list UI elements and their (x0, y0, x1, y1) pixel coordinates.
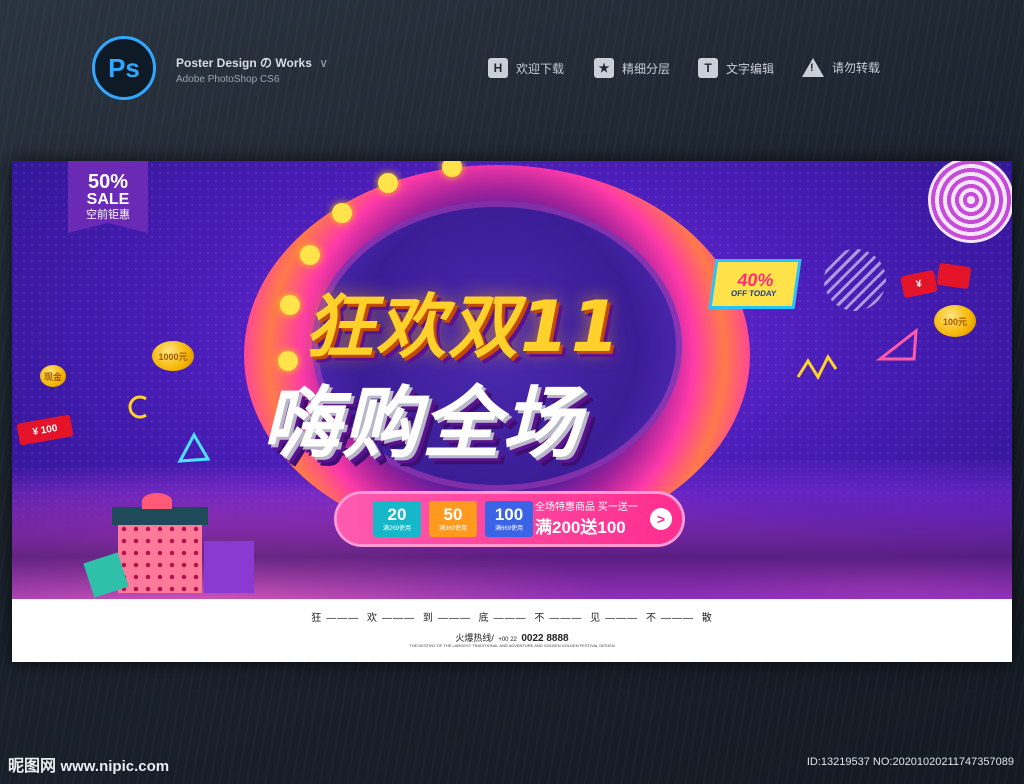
coupon-50[interactable]: 50 满360使用 (429, 501, 477, 537)
nav-label: 欢迎下载 (516, 61, 565, 76)
light-bulb (300, 245, 320, 265)
fine-print: THE DESTINY OF THE LARGEST TRADITIONAL A… (409, 643, 615, 648)
brand-title: Poster Design の Works ∨ (176, 54, 328, 71)
arc-icon (128, 395, 147, 419)
triangle-outline-icon (177, 431, 211, 463)
star-icon: ★ (594, 58, 614, 78)
badge-subtitle: 空前钜惠 (86, 209, 130, 221)
coupon-20[interactable]: 20 满269使用 (373, 501, 421, 537)
coupon-note: 满669使用 (494, 526, 523, 532)
title-line-2: 嗨购全场 (262, 379, 583, 469)
brand-works: Works (275, 56, 312, 70)
discount-tag-percent: 40% (736, 269, 776, 290)
brand-suffix: の (260, 56, 273, 70)
title-line-1: 狂欢双11 (304, 286, 622, 368)
nipic-watermark: 昵图网 www.nipic.com (8, 752, 169, 776)
gold-coin: 1000元 (152, 341, 194, 371)
nav-item-text-edit[interactable]: T 文字编辑 (698, 58, 774, 78)
squiggle-icon (796, 354, 838, 381)
ps-logo-text: Ps (108, 52, 140, 83)
slogan-char: 不 (534, 613, 546, 624)
promo-line-2: 满200送100 (535, 518, 626, 537)
gold-coin: 现金 (40, 365, 66, 387)
discount-tag: 40% OFF TODAY (708, 259, 802, 309)
slogan-char: 到 (422, 613, 434, 624)
triangle-outline-icon (876, 327, 918, 361)
warning-icon: ! (802, 58, 824, 77)
red-envelope (936, 262, 972, 290)
striped-ball-decoration (824, 249, 886, 311)
brand-title-text: Poster Design (176, 56, 257, 70)
slogan-char: 不 (645, 613, 657, 624)
nav-item-layers[interactable]: ★ 精细分层 (594, 58, 670, 78)
promo-text: 全场特惠商品 买一送一 满200送100 (535, 498, 638, 538)
slogan-char: 底 (478, 613, 490, 624)
nav-item-download[interactable]: H 欢迎下载 (488, 58, 564, 78)
nav-label: 请勿转载 (832, 61, 881, 75)
brand-subtitle: Adobe PhotoShop CS6 (176, 74, 280, 85)
gift-box (118, 523, 202, 593)
badge-sale: SALE (86, 191, 130, 208)
light-bulb (378, 173, 398, 193)
nav-item-no-repost[interactable]: ! 请勿转载 (802, 58, 880, 77)
light-bulb (332, 203, 352, 223)
photoshop-logo-icon: Ps (92, 36, 156, 100)
coupon-bar[interactable]: 20 满269使用 50 满360使用 100 满669使用 全场特惠商品 买一… (337, 494, 682, 544)
badge-percent: 50% (87, 171, 129, 193)
arrow-right-icon[interactable]: > (650, 508, 672, 530)
nav-label: 精细分层 (622, 61, 671, 76)
h-box-icon: H (488, 58, 508, 78)
image-id: ID:13219537 NO:20201020211747357089 (806, 756, 1014, 768)
coupon-value: 20 (387, 505, 407, 524)
gift-box (204, 541, 254, 593)
watermark-cn: 昵图网 (8, 758, 57, 775)
promo-line-1: 全场特惠商品 买一送一 (535, 502, 638, 513)
sale-badge: 50% SALE 空前钜惠 (68, 161, 148, 233)
chevron-down-icon[interactable]: ∨ (319, 56, 328, 70)
slogan-char: 散 (701, 613, 713, 624)
brand-block: Poster Design の Works ∨ Adobe PhotoShop … (176, 54, 328, 85)
poster-canvas: 50% SALE 空前钜惠 狂欢双11 嗨购全场 40% OFF TODAY 2… (12, 161, 1012, 662)
gold-coin: 100元 (934, 305, 976, 337)
coupon-value: 50 (443, 505, 463, 524)
gift-box-lid (112, 507, 208, 525)
text-t-icon: T (698, 58, 718, 78)
slogan-char: 欢 (367, 613, 379, 624)
coupon-note: 满360使用 (438, 526, 467, 532)
slogan-char: 狂 (311, 613, 323, 624)
hotline-label: 火爆热线/ (455, 633, 494, 643)
coupon-note: 满269使用 (382, 526, 411, 532)
coupon-value: 100 (494, 505, 524, 524)
warning-glyph: ! (810, 62, 814, 74)
discount-tag-sub: OFF TODAY (730, 288, 778, 298)
watermark-url: www.nipic.com (60, 758, 170, 775)
light-bulb (280, 295, 300, 315)
nav-label: 文字编辑 (726, 61, 775, 76)
gift-bow (142, 493, 172, 509)
slogan-char: 见 (590, 613, 602, 624)
zigzag-ball-decoration (928, 161, 1012, 243)
slogan-line: 狂 ——— 欢 ——— 到 ——— 底 ——— 不 ——— 见 ——— 不 ——— 散 (311, 613, 713, 624)
coupon-100[interactable]: 100 满669使用 (485, 501, 533, 537)
